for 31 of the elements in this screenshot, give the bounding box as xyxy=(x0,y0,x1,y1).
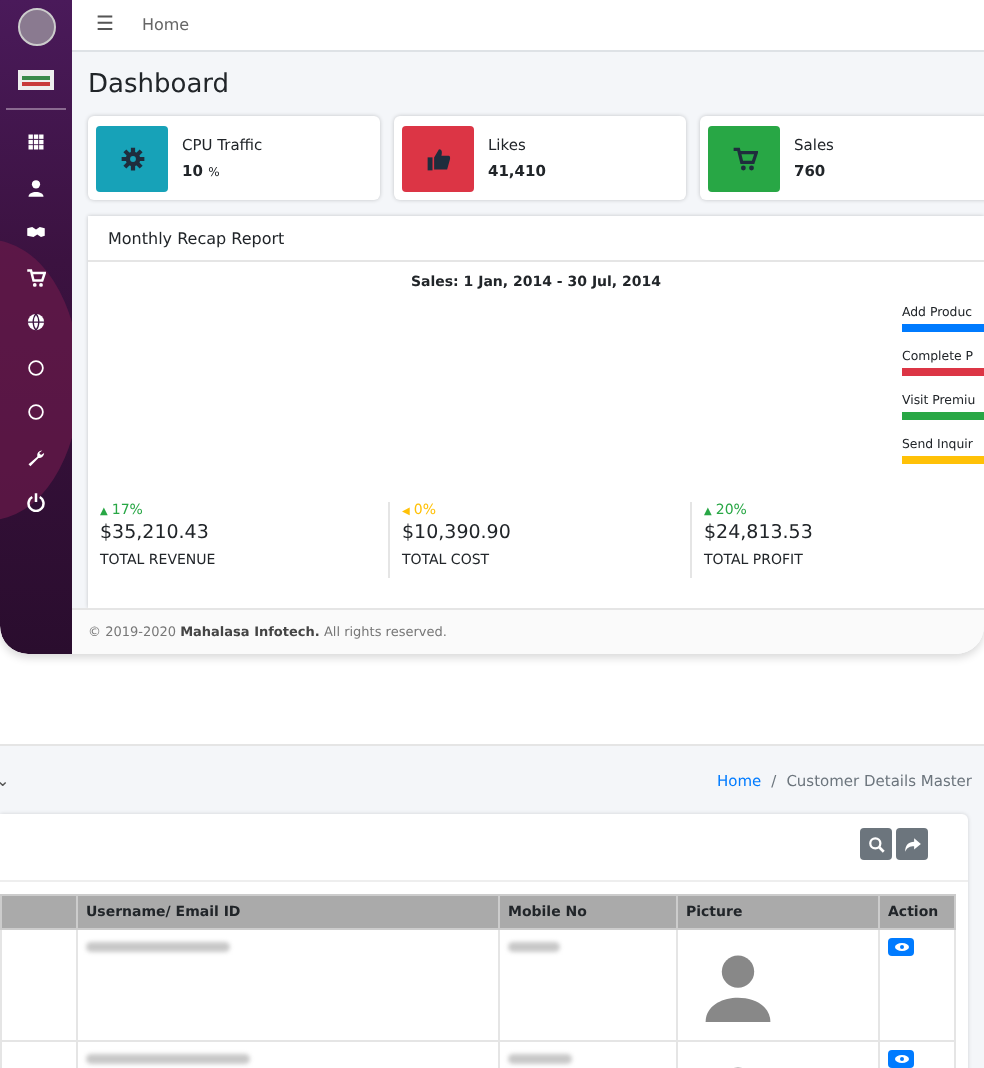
circle-icon[interactable] xyxy=(26,402,46,423)
grid-icon[interactable] xyxy=(26,132,46,153)
avatar-icon xyxy=(17,8,55,46)
search-icon xyxy=(867,835,885,853)
gear-icon xyxy=(119,145,145,171)
handshake-icon[interactable] xyxy=(26,222,46,243)
view-button[interactable] xyxy=(888,1050,914,1068)
person-icon xyxy=(700,950,776,1022)
menu-button[interactable]: ☰ xyxy=(96,14,114,36)
eye-icon xyxy=(893,942,909,952)
logo-icon xyxy=(18,70,54,90)
card-title: Monthly Recap Report xyxy=(88,216,984,262)
stat-amount: $10,390.90 xyxy=(402,522,513,544)
wrench-icon[interactable] xyxy=(26,447,46,468)
eye-icon xyxy=(893,1054,909,1064)
power-icon[interactable] xyxy=(26,492,46,513)
thumbs-up-icon xyxy=(425,145,451,171)
stat-amount: $35,210.43 xyxy=(100,522,211,544)
circle-icon[interactable] xyxy=(26,357,46,378)
globe-icon[interactable] xyxy=(26,312,46,333)
user-icon[interactable] xyxy=(26,177,46,198)
share-button[interactable] xyxy=(896,828,928,860)
stat-amount: $24,813.53 xyxy=(704,522,815,544)
cart-icon[interactable] xyxy=(26,267,46,288)
search-button[interactable] xyxy=(860,828,892,860)
page-title: Dashboard xyxy=(88,70,232,100)
caret-icon[interactable]: ⌄ xyxy=(0,771,10,789)
home-link[interactable]: Home xyxy=(141,16,190,34)
cart-icon xyxy=(731,145,757,171)
view-button[interactable] xyxy=(888,938,914,956)
share-icon xyxy=(903,835,921,853)
